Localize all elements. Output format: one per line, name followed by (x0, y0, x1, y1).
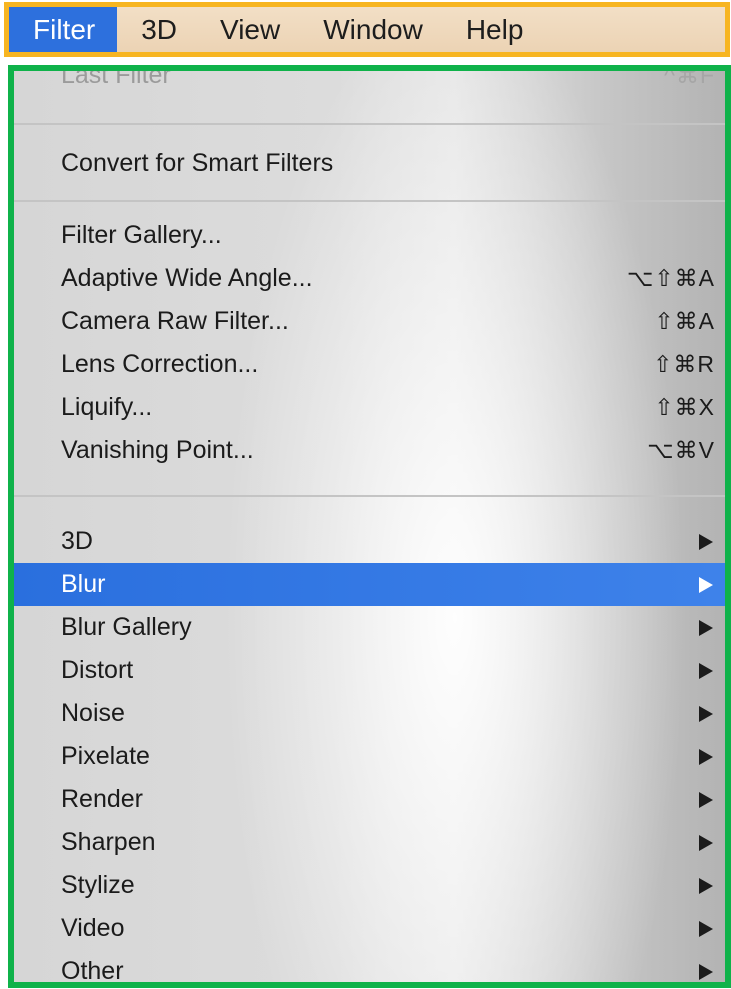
menu-item-filter-gallery[interactable]: Filter Gallery... (14, 214, 725, 257)
menu-item-adaptive-wide-angle[interactable]: Adaptive Wide Angle... ⌥⇧⌘A (14, 257, 725, 300)
menu-item-label: Distort (61, 656, 134, 684)
menu-item-label: Vanishing Point... (61, 436, 254, 464)
shortcut-label: ^⌘F (664, 65, 715, 88)
shortcut-label: ⇧⌘R (653, 351, 715, 377)
submenu-arrow-icon (699, 576, 713, 593)
menu-item-last-filter: Last Filter ^⌘F (14, 65, 725, 97)
shortcut-label: ⌥⇧⌘A (626, 265, 715, 291)
filter-menu: Last Filter ^⌘F Convert for Smart Filter… (8, 65, 731, 988)
menu-item-pixelate[interactable]: Pixelate (14, 735, 725, 778)
menu-item-label: Blur Gallery (61, 613, 192, 641)
menu-separator (14, 123, 725, 125)
menu-item-blur-gallery[interactable]: Blur Gallery (14, 606, 725, 649)
submenu-arrow-icon (699, 791, 713, 808)
menu-item-video[interactable]: Video (14, 907, 725, 950)
submenu-arrow-icon (699, 705, 713, 722)
menu-item-label: Camera Raw Filter... (61, 307, 289, 335)
shortcut-label: ⇧⌘A (654, 308, 715, 334)
menu-item-distort[interactable]: Distort (14, 649, 725, 692)
menubar-window[interactable]: Window (299, 7, 442, 52)
menu-item-liquify[interactable]: Liquify... ⇧⌘X (14, 386, 725, 429)
menu-item-sharpen[interactable]: Sharpen (14, 821, 725, 864)
submenu-arrow-icon (699, 963, 713, 980)
menu-item-label: Other (61, 957, 124, 985)
menu-item-label: Liquify... (61, 393, 153, 421)
submenu-arrow-icon (699, 619, 713, 636)
menu-item-label: Blur (61, 570, 106, 598)
menu-item-label: Render (61, 785, 143, 813)
menu-item-lens-correction[interactable]: Lens Correction... ⇧⌘R (14, 343, 725, 386)
menu-item-label: Sharpen (61, 828, 156, 856)
menu-item-label: Video (61, 914, 125, 942)
menu-item-blur[interactable]: Blur (14, 563, 725, 606)
menu-item-label: Convert for Smart Filters (61, 149, 334, 177)
menu-item-other[interactable]: Other (14, 950, 725, 985)
menu-bar: Filter 3D View Window Help (4, 2, 730, 57)
menu-separator (14, 495, 725, 497)
submenu-arrow-icon (699, 662, 713, 679)
menu-item-label: Last Filter (61, 65, 171, 89)
submenu-arrow-icon (699, 834, 713, 851)
submenu-arrow-icon (699, 877, 713, 894)
menu-item-3d[interactable]: 3D (14, 520, 725, 563)
shortcut-label: ⇧⌘X (654, 394, 715, 420)
menu-item-render[interactable]: Render (14, 778, 725, 821)
menu-item-label: Stylize (61, 871, 135, 899)
menu-item-noise[interactable]: Noise (14, 692, 725, 735)
menu-item-label: Adaptive Wide Angle... (61, 264, 313, 292)
menubar-view[interactable]: View (196, 7, 299, 52)
menu-item-label: Lens Correction... (61, 350, 259, 378)
menubar-filter[interactable]: Filter (9, 7, 118, 52)
submenu-arrow-icon (699, 920, 713, 937)
menu-separator (14, 200, 725, 202)
menu-item-label: Noise (61, 699, 125, 727)
menu-item-label: Pixelate (61, 742, 150, 770)
menu-item-label: Filter Gallery... (61, 221, 222, 249)
menubar-help[interactable]: Help (442, 7, 543, 52)
menu-item-stylize[interactable]: Stylize (14, 864, 725, 907)
submenu-arrow-icon (699, 748, 713, 765)
shortcut-label: ⌥⌘V (647, 437, 715, 463)
menu-item-convert-smart-filters[interactable]: Convert for Smart Filters (14, 142, 725, 185)
menubar-3d[interactable]: 3D (117, 7, 196, 52)
submenu-arrow-icon (699, 533, 713, 550)
menu-item-camera-raw-filter[interactable]: Camera Raw Filter... ⇧⌘A (14, 300, 725, 343)
menu-item-label: 3D (61, 527, 93, 555)
menu-item-vanishing-point[interactable]: Vanishing Point... ⌥⌘V (14, 429, 725, 472)
